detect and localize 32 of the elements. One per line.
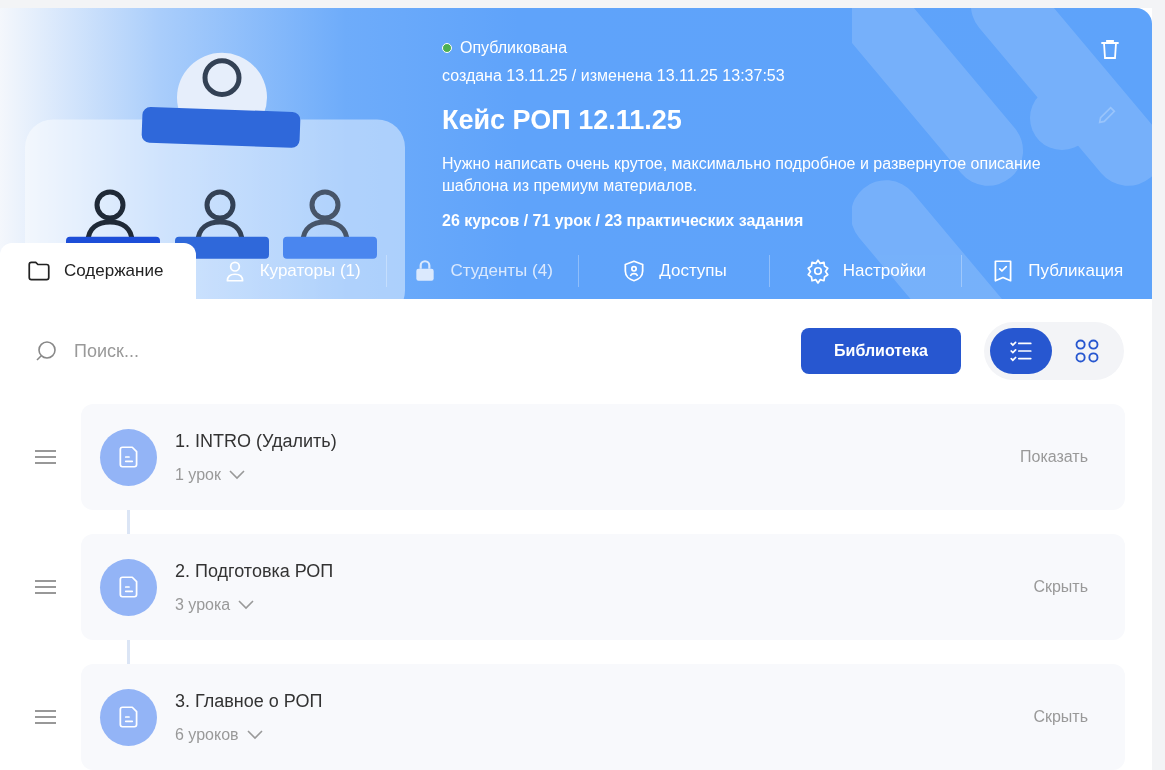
status-label: Опубликована [460,38,568,58]
tab[interactable]: Настройки [770,242,961,299]
tab[interactable]: Доступы [578,242,770,299]
library-button[interactable]: Библиотека [801,328,961,375]
chevron-down-icon [238,599,255,610]
tab[interactable]: Содержание [0,242,196,299]
tab[interactable]: Кураторы (1) [196,242,387,299]
module-card[interactable]: 1. INTRO (Удалить) 1 урок Показать [81,404,1125,510]
lessons-count[interactable]: 3 урока [175,592,255,617]
drag-handle-icon[interactable] [35,450,56,464]
module-title: 2. Подготовка РОП [175,559,335,583]
chevron-down-icon [246,729,263,740]
chevron-down-icon [228,469,245,480]
list-view-button[interactable] [990,328,1052,375]
course-description: Нужно написать очень крутое, максимально подробное и развернутое описание шаблона из премиум материалов. [442,153,1042,196]
drag-handle-icon[interactable] [35,710,56,724]
module-card[interactable]: 3. Главное о РОП 6 уроков Скрыть [81,664,1125,770]
module-title: 1. INTRO (Удалить) [175,429,338,453]
visibility-link[interactable]: Показать [1020,445,1088,469]
tab[interactable]: Публикация [961,242,1152,299]
lessons-count[interactable]: 1 урок [175,462,245,487]
course-title: Кейс РОП 12.11.25 [442,104,682,137]
module-card[interactable]: 2. Подготовка РОП 3 урока Скрыть [81,534,1125,640]
search-field[interactable]: Поиск... [74,337,801,365]
dates-text: создана 13.11.25 / изменена 13.11.25 13:37:53 [442,66,786,86]
settings-icon [804,257,831,284]
visibility-link[interactable]: Скрыть [1033,575,1088,599]
course-stats: 26 курсов / 71 урок / 23 практических задания [442,210,805,231]
lessons-count[interactable]: 6 уроков [175,722,263,747]
drag-handle-icon[interactable] [35,580,56,594]
module-title: 3. Главное о РОП [175,689,324,713]
visibility-link[interactable]: Скрыть [1033,705,1088,729]
